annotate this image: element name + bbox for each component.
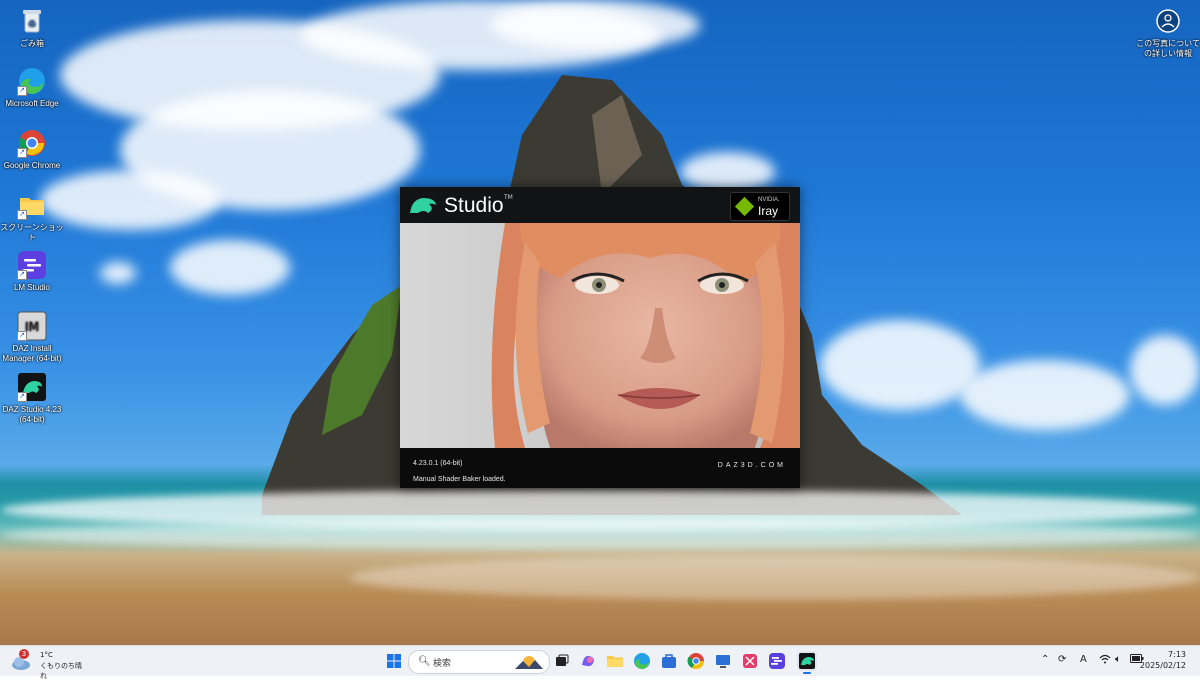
desktop-icon-edge[interactable]: ↗ Microsoft Edge	[0, 66, 64, 109]
snipping-tool-button[interactable]	[740, 651, 760, 671]
copilot-icon	[582, 655, 594, 667]
shortcut-arrow-icon: ↗	[17, 331, 27, 341]
desktop-icon-label: DAZ Studio 4.23 (64-bit)	[2, 405, 62, 424]
lm-studio-taskbar-button[interactable]	[767, 651, 787, 671]
desktop-icon-label: LM Studio	[13, 283, 51, 292]
wifi-icon[interactable]	[1099, 654, 1111, 667]
snipping-tool-icon	[743, 654, 757, 668]
wave-foam	[350, 555, 1200, 600]
desktop-icon-chrome[interactable]: ↗ Google Chrome	[0, 128, 64, 171]
sync-icon[interactable]: ⟳	[1058, 654, 1066, 665]
splash-footer: 4.23.0.1 (64-bit) DAZ3D.COM Manual Shade…	[400, 448, 800, 488]
weather-widget[interactable]: 3 1°C くもりのち晴れ	[8, 646, 88, 680]
shortcut-arrow-icon: ↗	[17, 148, 27, 158]
weather-description: くもりのち晴れ	[40, 662, 82, 680]
nvidia-iray-badge: NVIDIA. Iray	[730, 192, 790, 221]
weather-notification-badge: 3	[19, 649, 29, 659]
store-icon	[662, 654, 676, 668]
folder-icon	[607, 656, 623, 667]
desktop-icon-label: Microsoft Edge	[5, 99, 59, 108]
windows-logo-icon	[387, 654, 401, 668]
copilot-button[interactable]	[578, 651, 598, 671]
daz3d-url: DAZ3D.COM	[717, 462, 786, 469]
task-view-button[interactable]	[552, 651, 572, 671]
iray-name: Iray	[758, 204, 779, 218]
edge-icon	[634, 653, 650, 669]
desktop-icon-photo-info[interactable]: この写真についての詳しい情報	[1135, 6, 1200, 59]
desktop-icon-daz-studio[interactable]: ↗ DAZ Studio 4.23 (64-bit)	[0, 372, 64, 425]
search-icon: 🔍︎	[418, 656, 431, 667]
store-button[interactable]	[659, 651, 679, 671]
splash-title: Studio	[444, 194, 504, 217]
task-view-icon	[556, 654, 569, 666]
remote-desktop-icon	[716, 655, 730, 668]
daz-studio-icon: ↗	[17, 372, 47, 402]
trademark-mark: TM	[504, 194, 513, 201]
file-explorer-button[interactable]	[605, 651, 625, 671]
iray-vendor: NVIDIA.	[758, 197, 780, 203]
desktop-icon-daz-install-manager[interactable]: IM ↗ DAZ Install Manager (64-bit)	[0, 311, 64, 364]
version-text: 4.23.0.1 (64-bit)	[413, 460, 463, 467]
shortcut-arrow-icon: ↗	[17, 392, 27, 402]
chrome-taskbar-button[interactable]	[686, 651, 706, 671]
taskbar-search-box[interactable]: 🔍︎ 検索	[408, 650, 550, 674]
desktop-icon-label: スクリーンショット	[0, 223, 64, 242]
speaker-icon[interactable]: 🔈︎	[1115, 654, 1121, 665]
weather-temperature: 1°C	[40, 651, 53, 659]
splash-portrait-image	[400, 223, 800, 448]
cloud	[100, 262, 136, 284]
shortcut-arrow-icon: ↗	[17, 210, 27, 220]
wave-foam	[0, 520, 1200, 550]
loading-status-text: Manual Shader Baker loaded.	[413, 476, 506, 483]
shortcut-arrow-icon: ↗	[17, 270, 27, 280]
daz-studio-icon	[799, 653, 815, 669]
splash-header: Studio TM NVIDIA. Iray	[400, 187, 800, 223]
shortcut-arrow-icon: ↗	[17, 86, 27, 96]
daz-studio-splash: Studio TM NVIDIA. Iray 4.23.0.1 (64-bit)…	[400, 187, 800, 488]
remote-desktop-button[interactable]	[713, 651, 733, 671]
lm-studio-icon	[769, 653, 785, 669]
desktop-icon-label: Google Chrome	[3, 161, 61, 170]
daz-install-manager-icon: IM ↗	[17, 311, 47, 341]
daz-studio-taskbar-button[interactable]	[797, 651, 817, 674]
camera-info-icon	[1153, 6, 1183, 36]
taskbar: 3 1°C くもりのち晴れ 🔍︎ 検索 ⌃ ⟳ A 🔈︎ 7:13 2025/0…	[0, 645, 1200, 680]
chrome-icon	[687, 653, 705, 670]
active-app-indicator	[803, 672, 811, 674]
ime-indicator[interactable]: A	[1080, 654, 1087, 665]
clock-time: 7:13	[1168, 650, 1186, 659]
daz-logo-icon	[410, 198, 436, 213]
recycle-bin-icon: ♻	[17, 6, 47, 36]
edge-icon: ↗	[17, 66, 47, 96]
desktop-icon-recycle-bin[interactable]: ♻ ごみ箱	[0, 6, 64, 49]
cloud	[1130, 335, 1200, 405]
search-highlight-icon	[515, 656, 543, 669]
chrome-icon: ↗	[17, 128, 47, 158]
cloud	[960, 360, 1130, 430]
svg-text:IM: IM	[25, 320, 39, 334]
cloud	[40, 170, 220, 230]
chevron-up-icon[interactable]: ⌃	[1041, 654, 1049, 665]
start-button[interactable]	[384, 651, 404, 671]
desktop-icon-label: DAZ Install Manager (64-bit)	[2, 344, 62, 363]
nvidia-cube-icon	[734, 196, 755, 217]
search-placeholder: 検索	[433, 659, 452, 669]
clock-date: 2025/02/12	[1139, 661, 1186, 670]
desktop-icon-label: ごみ箱	[20, 39, 44, 48]
lm-studio-icon: ↗	[17, 250, 47, 280]
desktop-icon-screenshot-folder[interactable]: ↗ スクリーンショット	[0, 190, 64, 243]
svg-text:♻: ♻	[28, 19, 36, 29]
cloud	[490, 0, 700, 50]
clock[interactable]: 7:13 2025/02/12	[1140, 646, 1200, 676]
desktop-icon-label: この写真についての詳しい情報	[1136, 39, 1200, 58]
edge-taskbar-button[interactable]	[632, 651, 652, 671]
desktop-icon-lm-studio[interactable]: ↗ LM Studio	[0, 250, 64, 293]
folder-icon: ↗	[17, 190, 47, 220]
